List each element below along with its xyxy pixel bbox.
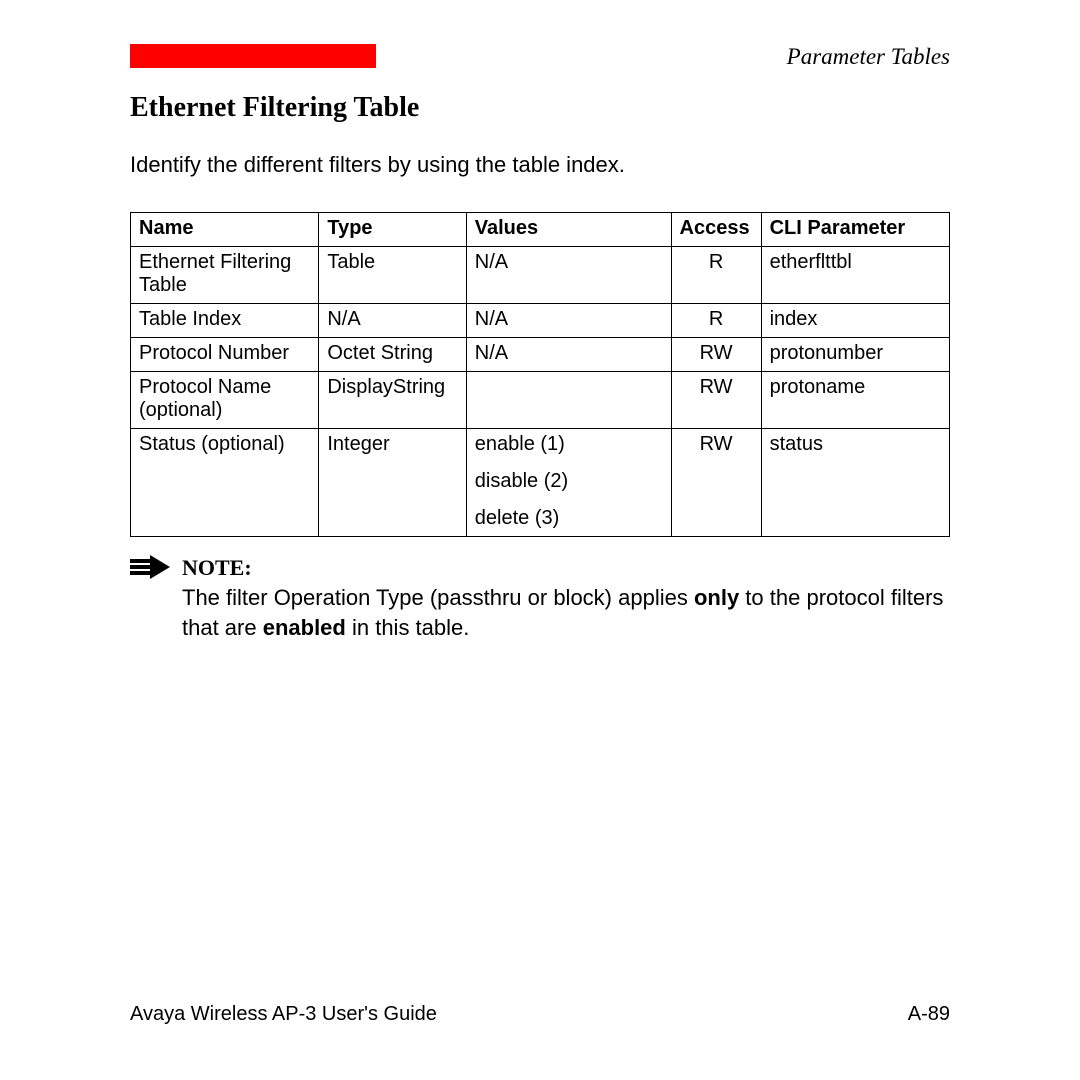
cell-type: DisplayString: [319, 372, 466, 429]
section-header: Parameter Tables: [376, 44, 950, 70]
cell-access: R: [671, 247, 761, 304]
red-header-bar: [130, 44, 376, 68]
th-values: Values: [466, 213, 671, 247]
cell-cli: status: [761, 429, 949, 537]
cell-type: Table: [319, 247, 466, 304]
th-access: Access: [671, 213, 761, 247]
parameter-table: Name Type Values Access CLI Parameter Et…: [130, 212, 950, 537]
note-block: NOTE: The filter Operation Type (passthr…: [130, 555, 950, 642]
cell-values: [466, 372, 671, 429]
cell-cli: protonumber: [761, 338, 949, 372]
cell-cli: index: [761, 304, 949, 338]
th-name: Name: [131, 213, 319, 247]
cell-values: enable (1) disable (2) delete (3): [466, 429, 671, 537]
table-row: Protocol Number Octet String N/A RW prot…: [131, 338, 950, 372]
table-row: Status (optional) Integer enable (1) dis…: [131, 429, 950, 537]
table-row: Table Index N/A N/A R index: [131, 304, 950, 338]
cell-cli: etherflttbl: [761, 247, 949, 304]
page-title: Ethernet Filtering Table: [130, 92, 950, 124]
table-row: Protocol Name (optional) DisplayString R…: [131, 372, 950, 429]
cell-name: Table Index: [131, 304, 319, 338]
cell-access: R: [671, 304, 761, 338]
value-option: enable (1): [475, 433, 663, 456]
page-footer: Avaya Wireless AP-3 User's Guide A-89: [130, 1003, 950, 1026]
top-bar: Parameter Tables: [130, 44, 950, 70]
note-text: The filter Operation Type (passthru or b…: [182, 583, 950, 642]
cell-values: N/A: [466, 247, 671, 304]
cell-name: Protocol Name (optional): [131, 372, 319, 429]
cell-name: Status (optional): [131, 429, 319, 537]
cell-access: RW: [671, 338, 761, 372]
arrow-right-icon: [130, 555, 178, 579]
value-option: delete (3): [475, 507, 663, 530]
cell-access: RW: [671, 429, 761, 537]
cell-name: Protocol Number: [131, 338, 319, 372]
table-header-row: Name Type Values Access CLI Parameter: [131, 213, 950, 247]
cell-type: N/A: [319, 304, 466, 338]
cell-name: Ethernet Filtering Table: [131, 247, 319, 304]
document-page: Parameter Tables Ethernet Filtering Tabl…: [0, 0, 1080, 1080]
th-cli: CLI Parameter: [761, 213, 949, 247]
note-label: NOTE:: [182, 555, 950, 581]
cell-cli: protoname: [761, 372, 949, 429]
cell-type: Integer: [319, 429, 466, 537]
cell-values: N/A: [466, 304, 671, 338]
footer-left: Avaya Wireless AP-3 User's Guide: [130, 1003, 437, 1026]
table-row: Ethernet Filtering Table Table N/A R eth…: [131, 247, 950, 304]
value-option: disable (2): [475, 470, 663, 493]
cell-access: RW: [671, 372, 761, 429]
note-content: NOTE: The filter Operation Type (passthr…: [178, 555, 950, 642]
th-type: Type: [319, 213, 466, 247]
cell-type: Octet String: [319, 338, 466, 372]
footer-right: A-89: [908, 1003, 950, 1026]
cell-values: N/A: [466, 338, 671, 372]
intro-text: Identify the different filters by using …: [130, 152, 950, 178]
